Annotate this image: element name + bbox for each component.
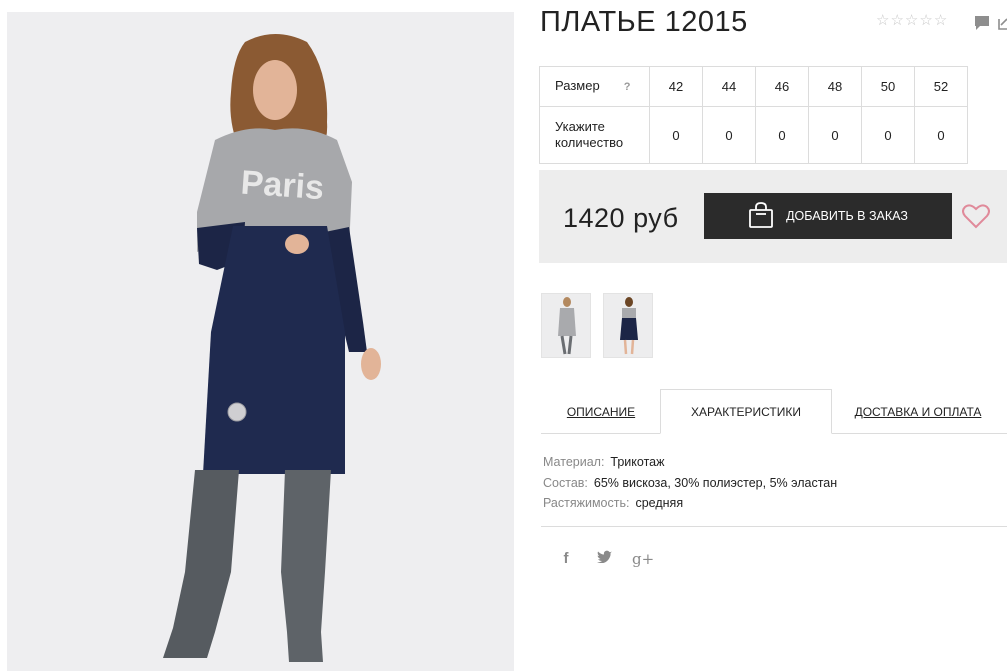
tab-description[interactable]: ОПИСАНИЕ <box>541 389 661 434</box>
spec-row: Растяжимость: средняя <box>543 493 837 514</box>
favorite-heart-icon[interactable] <box>962 203 990 234</box>
spec-value: 65% вискоза, 30% полиэстер, 5% эластан <box>593 475 838 490</box>
product-title: ПЛАТЬЕ 12015 <box>540 6 748 38</box>
star-icon[interactable]: ☆ <box>934 13 947 28</box>
spec-row: Материал: Трикотаж <box>543 452 837 473</box>
quantity-input[interactable]: 0 <box>649 106 703 164</box>
quantity-input[interactable]: 0 <box>808 106 862 164</box>
quantity-row: Укажите количество 0 0 0 0 0 0 <box>539 106 968 164</box>
characteristics-list: Материал: Трикотаж Состав: 65% вискоза, 30… <box>543 452 837 514</box>
main-product-image[interactable]: Paris <box>7 12 514 671</box>
thumbnail-image[interactable] <box>603 293 653 358</box>
add-to-order-label: ДОБАВИТЬ В ЗАКАЗ <box>786 209 908 223</box>
spec-key: Материал: <box>543 455 605 469</box>
tab-delivery[interactable]: ДОСТАВКА И ОПЛАТА <box>841 389 995 434</box>
social-share: f g+ <box>556 550 655 568</box>
star-icon[interactable]: ☆ <box>876 13 889 28</box>
thumbnail-image[interactable] <box>541 293 591 358</box>
divider <box>541 526 1007 527</box>
quantity-input[interactable]: 0 <box>702 106 756 164</box>
spec-value: Трикотаж <box>610 455 665 469</box>
size-help-icon[interactable]: ? <box>624 81 631 93</box>
size-value: 48 <box>808 66 862 107</box>
rating-stars[interactable]: ☆ ☆ ☆ ☆ ☆ <box>876 13 947 28</box>
shopping-bag-icon <box>748 201 774 232</box>
size-row: Размер? 42 44 46 48 50 52 <box>539 66 968 107</box>
twitter-icon[interactable] <box>594 550 614 568</box>
star-icon[interactable]: ☆ <box>905 13 918 28</box>
add-to-order-button[interactable]: ДОБАВИТЬ В ЗАКАЗ <box>704 193 952 239</box>
thumbnail-gallery <box>541 293 653 358</box>
quantity-input[interactable]: 0 <box>861 106 915 164</box>
spec-key: Состав: <box>543 475 588 490</box>
quantity-label: Укажите количество <box>539 106 650 164</box>
spec-key: Растяжимость: <box>543 496 630 510</box>
google-plus-icon[interactable]: g+ <box>632 550 654 568</box>
spec-row: Состав: 65% вискоза, 30% полиэстер, 5% эл… <box>543 473 837 494</box>
size-label-cell: Размер? <box>539 66 650 107</box>
star-icon[interactable]: ☆ <box>919 13 932 28</box>
size-value: 46 <box>755 66 809 107</box>
product-price: 1420 руб <box>563 203 679 233</box>
spec-value: средняя <box>635 496 684 510</box>
size-quantity-table: Размер? 42 44 46 48 50 52 Укажите количе… <box>539 66 968 164</box>
comment-icon[interactable] <box>974 15 990 36</box>
size-label: Размер <box>555 78 600 93</box>
buy-box: 1420 руб ДОБАВИТЬ В ЗАКАЗ <box>539 170 1007 263</box>
size-value: 50 <box>861 66 915 107</box>
product-tabs: ОПИСАНИЕ ХАРАКТЕРИСТИКИ ДОСТАВКА И ОПЛАТ… <box>541 389 1007 434</box>
tab-characteristics[interactable]: ХАРАКТЕРИСТИКИ <box>660 389 832 434</box>
svg-text:Paris: Paris <box>240 164 326 208</box>
size-value: 42 <box>649 66 703 107</box>
quantity-input[interactable]: 0 <box>914 106 968 164</box>
facebook-icon[interactable]: f <box>556 550 576 568</box>
size-value: 44 <box>702 66 756 107</box>
size-value: 52 <box>914 66 968 107</box>
quantity-input[interactable]: 0 <box>755 106 809 164</box>
share-icon[interactable] <box>998 15 1007 36</box>
star-icon[interactable]: ☆ <box>890 13 903 28</box>
